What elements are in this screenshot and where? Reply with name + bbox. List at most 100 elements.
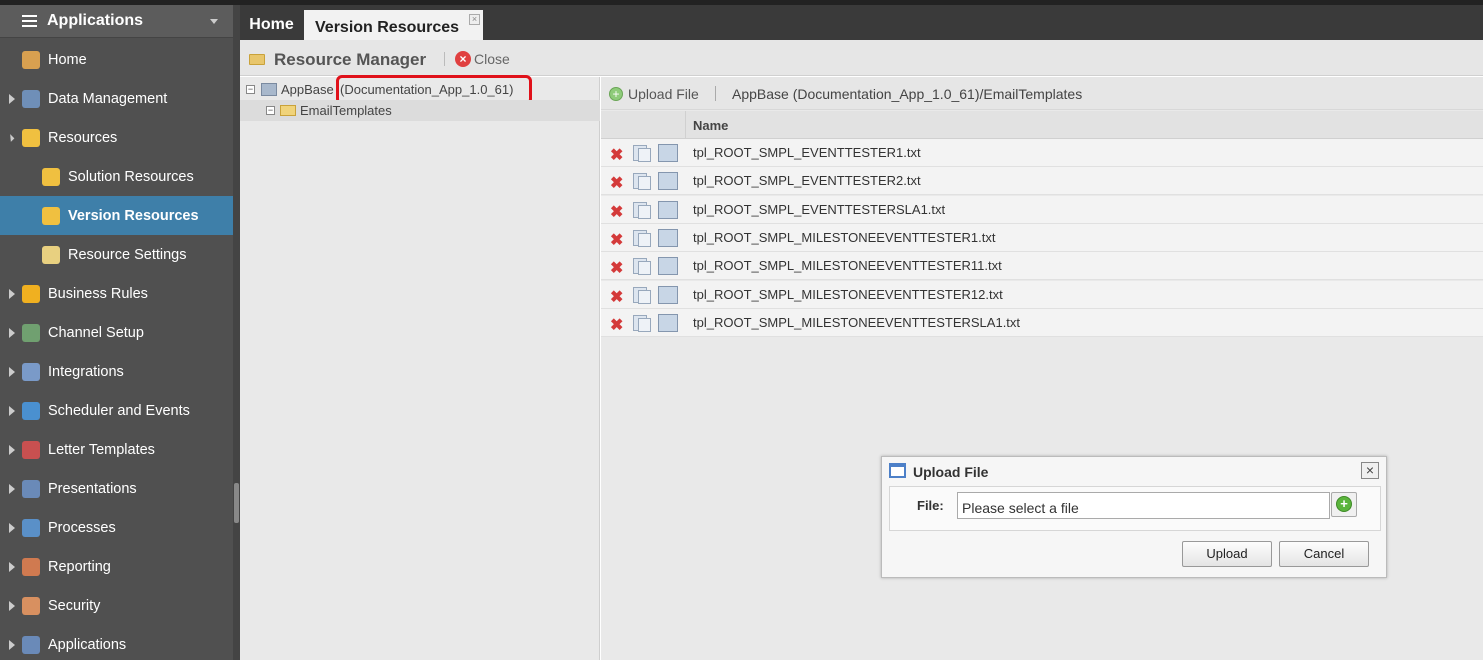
delete-icon[interactable]: ✖ [610,230,623,250]
save-icon[interactable] [658,313,678,332]
sidebar-item-data-management[interactable]: Data Management [0,79,233,118]
expand-arrow-icon[interactable] [9,444,15,455]
sidebar-item-label: Resource Settings [68,246,187,263]
expand-arrow-icon[interactable] [9,483,15,494]
collapse-icon[interactable]: − [266,106,275,115]
sidebar-splitter[interactable] [233,0,240,660]
sidebar-item-label: Reporting [48,558,111,575]
tab-version-resources-label: Version Resources [315,18,460,36]
copy-icon-back [638,317,651,332]
plus-icon: + [609,87,623,101]
file-input[interactable] [957,492,1330,519]
sidebar-item-resource-settings[interactable]: Resource Settings [0,235,233,274]
sidebar-item-processes[interactable]: Processes [0,508,233,547]
computer-icon [261,83,277,96]
expand-arrow-icon[interactable] [9,327,15,338]
file-name[interactable]: tpl_ROOT_SMPL_MILESTONEEVENTTESTER12.txt [693,287,1003,302]
window-icon [889,463,906,478]
tab-home[interactable]: Home [242,10,301,40]
data-management-icon [22,89,40,108]
expanded-arrow-icon[interactable] [6,133,15,142]
copy-icon-back [638,261,651,276]
close-button[interactable]: × Close [455,51,510,67]
delete-icon[interactable]: ✖ [610,287,623,307]
delete-icon[interactable]: ✖ [610,173,623,193]
dialog-title: Upload File [913,464,989,480]
sidebar: Applications Home Data Management Resource… [0,0,233,660]
table-row[interactable]: ✖ tpl_ROOT_SMPL_EVENTTESTER2.txt [601,167,1483,196]
save-icon[interactable] [658,200,678,219]
close-icon: × [455,51,471,67]
column-separator[interactable] [685,111,686,139]
file-name[interactable]: tpl_ROOT_SMPL_MILESTONEEVENTTESTER11.txt [693,258,1002,273]
sidebar-header[interactable]: Applications [0,5,233,38]
save-icon[interactable] [658,172,678,191]
file-name[interactable]: tpl_ROOT_SMPL_EVENTTESTERSLA1.txt [693,202,945,217]
divider [444,52,445,66]
close-button-label: Close [474,51,510,67]
sidebar-item-label: Channel Setup [48,324,144,341]
tree-node-emailtemplates[interactable]: − EmailTemplates [240,100,600,121]
expand-arrow-icon[interactable] [9,366,15,377]
delete-icon[interactable]: ✖ [610,145,623,165]
save-icon[interactable] [658,285,678,304]
upload-file-button[interactable]: + Upload File [609,86,699,102]
save-icon[interactable] [658,228,678,247]
sidebar-item-scheduler-and-events[interactable]: Scheduler and Events [0,391,233,430]
current-path: AppBase (Documentation_App_1.0_61)/Email… [732,86,1083,102]
sidebar-item-business-rules[interactable]: Business Rules [0,274,233,313]
expand-arrow-icon[interactable] [9,405,15,416]
dialog-body: File: + [889,486,1381,531]
folder-icon [249,54,265,65]
sidebar-item-version-resources[interactable]: Version Resources [0,196,233,235]
column-header-name[interactable]: Name [693,118,728,133]
security-icon [22,596,40,615]
file-toolbar: + Upload File AppBase (Documentation_App… [601,77,1483,110]
sidebar-item-integrations[interactable]: Integrations [0,352,233,391]
collapse-icon[interactable]: − [246,85,255,94]
file-name[interactable]: tpl_ROOT_SMPL_EVENTTESTER2.txt [693,173,921,188]
upload-button[interactable]: Upload [1182,541,1272,567]
sidebar-item-presentations[interactable]: Presentations [0,469,233,508]
file-name[interactable]: tpl_ROOT_SMPL_EVENTTESTER1.txt [693,145,921,160]
file-name[interactable]: tpl_ROOT_SMPL_MILESTONEEVENTTESTERSLA1.t… [693,315,1020,330]
expand-arrow-icon[interactable] [9,522,15,533]
sidebar-item-security[interactable]: Security [0,586,233,625]
sidebar-item-letter-templates[interactable]: Letter Templates [0,430,233,469]
table-row[interactable]: ✖ tpl_ROOT_SMPL_EVENTTESTERSLA1.txt [601,195,1483,224]
expand-arrow-icon[interactable] [9,93,15,104]
processes-icon [22,518,40,537]
tree-node-label: AppBase [281,82,334,97]
sidebar-item-resources[interactable]: Resources [0,118,233,157]
tree-node-appbase[interactable]: − AppBase (Documentation_App_1.0_61) [240,75,600,105]
save-icon[interactable] [658,257,678,276]
dialog-close-button[interactable]: × [1361,462,1379,479]
sidebar-item-label: Scheduler and Events [48,402,190,419]
sidebar-item-applications[interactable]: Applications [0,625,233,660]
splitter-grip[interactable] [234,483,239,523]
sidebar-item-home[interactable]: Home [0,40,233,79]
business-rules-icon [22,284,40,303]
upload-file-dialog: Upload File × File: + Upload Cancel [881,456,1387,578]
file-name[interactable]: tpl_ROOT_SMPL_MILESTONEEVENTTESTER1.txt [693,230,995,245]
delete-icon[interactable]: ✖ [610,258,623,278]
sidebar-item-channel-setup[interactable]: Channel Setup [0,313,233,352]
expand-arrow-icon[interactable] [9,600,15,611]
delete-icon[interactable]: ✖ [610,315,623,335]
table-row[interactable]: ✖ tpl_ROOT_SMPL_MILESTONEEVENTTESTER11.tx… [601,252,1483,281]
sidebar-item-reporting[interactable]: Reporting [0,547,233,586]
delete-icon[interactable]: ✖ [610,202,623,222]
cancel-button[interactable]: Cancel [1279,541,1369,567]
tab-close-icon[interactable]: × [469,14,480,25]
table-row[interactable]: ✖ tpl_ROOT_SMPL_MILESTONEEVENTTESTER12.tx… [601,280,1483,309]
table-row[interactable]: ✖ tpl_ROOT_SMPL_EVENTTESTER1.txt [601,139,1483,167]
sidebar-item-solution-resources[interactable]: Solution Resources [0,157,233,196]
save-icon[interactable] [658,144,678,162]
add-file-button[interactable]: + [1331,492,1357,517]
expand-arrow-icon[interactable] [9,288,15,299]
table-row[interactable]: ✖ tpl_ROOT_SMPL_MILESTONEEVENTTESTER1.txt [601,223,1483,252]
table-row[interactable]: ✖ tpl_ROOT_SMPL_MILESTONEEVENTTESTERSLA1.… [601,308,1483,337]
expand-arrow-icon[interactable] [9,561,15,572]
integrations-icon [22,362,40,381]
expand-arrow-icon[interactable] [9,639,15,650]
